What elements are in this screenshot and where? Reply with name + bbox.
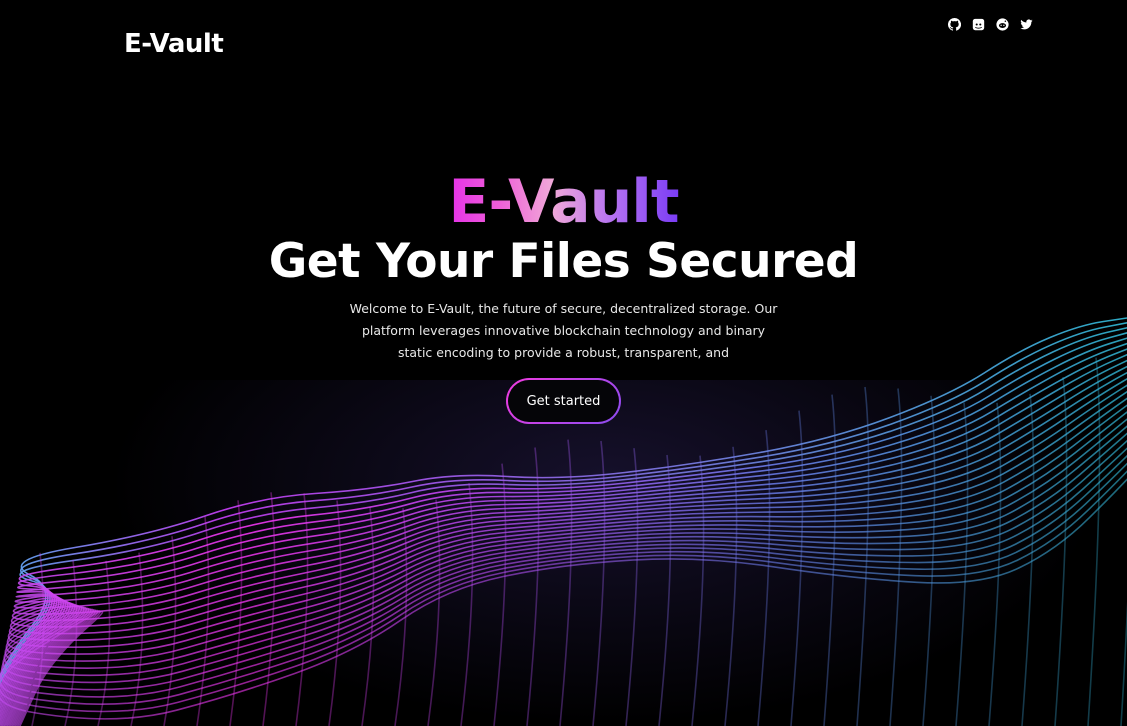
- discord-icon: [972, 18, 985, 31]
- hero-headline: Get Your Files Secured: [268, 234, 859, 289]
- github-link[interactable]: [948, 18, 961, 31]
- wave-contour: [493, 463, 507, 726]
- wave-contour: [592, 440, 606, 726]
- twitter-link[interactable]: [1020, 18, 1033, 31]
- discord-link[interactable]: [972, 18, 985, 31]
- wave-contour: [922, 395, 936, 726]
- wave-contour: [724, 446, 738, 726]
- get-started-button[interactable]: Get started: [506, 378, 621, 424]
- social-links: [948, 18, 1033, 31]
- wave-contour: [1087, 357, 1101, 726]
- wave-contour: [889, 388, 903, 726]
- reddit-icon: [996, 18, 1009, 31]
- twitter-icon: [1020, 19, 1033, 30]
- landing-page: E-Vault E-Vault Get Your Files Secured W…: [0, 0, 1127, 726]
- wave-line: [3, 432, 1127, 726]
- wave-contour: [691, 455, 705, 726]
- reddit-link[interactable]: [996, 18, 1009, 31]
- cta-wrapper: Get started: [506, 378, 621, 424]
- github-icon: [948, 18, 961, 31]
- hero-description: Welcome to E-Vault, the future of secure…: [349, 301, 778, 360]
- wave-contour: [658, 454, 672, 726]
- hero-brand-title: E-Vault: [448, 167, 679, 237]
- wave-contour: [262, 492, 276, 726]
- hero-section: E-Vault Get Your Files Secured Welcome t…: [0, 168, 1127, 364]
- wave-contour: [559, 439, 573, 726]
- wave-contour: [97, 560, 111, 726]
- wave-contour: [790, 410, 804, 726]
- site-logo[interactable]: E-Vault: [124, 29, 224, 59]
